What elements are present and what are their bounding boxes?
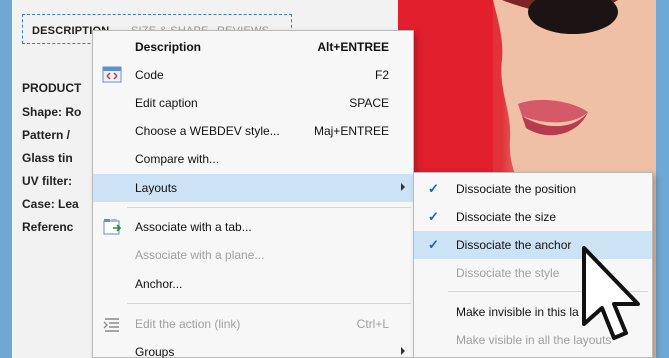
menu-item-description[interactable]: Description Alt+ENTREE <box>93 33 413 61</box>
submenu-arrow-icon <box>401 183 405 191</box>
menu-item-label: Associate with a plane... <box>135 248 265 262</box>
product-line-shape: Shape: Ro <box>22 105 82 119</box>
product-line-pattern: Pattern / <box>22 128 71 142</box>
submenu-arrow-icon <box>401 347 405 355</box>
menu-item-associate-tab[interactable]: Associate with a tab... <box>93 213 413 241</box>
product-line-case: Case: Lea <box>22 197 79 211</box>
product-heading: PRODUCT <box>22 81 82 95</box>
menu-item-label: Groups <box>135 345 175 358</box>
menu-item-label: Description <box>135 40 202 54</box>
menu-item-label: Code <box>135 68 164 82</box>
product-line-glass: Glass tin <box>22 151 73 165</box>
menu-item-anchor[interactable]: Anchor... <box>93 270 413 298</box>
associate-tab-icon <box>101 216 123 238</box>
menu-item-code[interactable]: Code F2 <box>93 61 413 89</box>
menu-item-shortcut: F2 <box>374 68 389 82</box>
menu-item-groups[interactable]: Groups <box>93 338 413 358</box>
menu-item-label: Edit caption <box>135 96 198 110</box>
submenu-item-label: Dissociate the size <box>456 210 557 224</box>
submenu-item-dissociate-position[interactable]: ✓ Dissociate the position <box>414 175 652 203</box>
menu-item-shortcut: Ctrl+L <box>356 317 389 331</box>
submenu-item-label: Make invisible in this la <box>456 305 579 319</box>
menu-item-label: Associate with a tab... <box>135 220 252 234</box>
menu-item-label: Edit the action (link) <box>135 317 241 331</box>
menu-item-layouts[interactable]: Layouts <box>93 174 413 202</box>
menu-item-choose-style[interactable]: Choose a WEBDEV style... Maj+ENTREE <box>93 117 413 145</box>
submenu-item-label: Dissociate the position <box>456 182 577 196</box>
menu-item-compare[interactable]: Compare with... <box>93 145 413 173</box>
checkmark-icon: ✓ <box>428 209 439 224</box>
checkmark-icon: ✓ <box>428 237 439 252</box>
menu-separator <box>127 207 411 208</box>
menu-item-label: Choose a WEBDEV style... <box>135 124 280 138</box>
edit-action-icon <box>101 313 123 335</box>
menu-item-shortcut: Alt+ENTREE <box>317 40 389 54</box>
menu-item-edit-caption[interactable]: Edit caption SPACE <box>93 89 413 117</box>
product-line-reference: Referenc <box>22 220 74 234</box>
context-menu: Description Alt+ENTREE Code F2 Edit capt… <box>92 30 414 358</box>
submenu-item-label: Dissociate the anchor <box>456 238 572 252</box>
checkmark-icon: ✓ <box>428 181 439 196</box>
menu-item-edit-action[interactable]: Edit the action (link) Ctrl+L <box>93 310 413 338</box>
menu-item-label: Anchor... <box>135 277 183 291</box>
submenu-item-label: Dissociate the style <box>456 266 560 280</box>
menu-item-associate-plane[interactable]: Associate with a plane... <box>93 241 413 269</box>
code-icon <box>101 64 123 86</box>
menu-separator <box>127 303 411 304</box>
submenu-item-dissociate-size[interactable]: ✓ Dissociate the size <box>414 203 652 231</box>
menu-item-shortcut: SPACE <box>349 96 389 110</box>
menu-item-label: Layouts <box>135 181 178 195</box>
menu-item-shortcut: Maj+ENTREE <box>313 124 389 138</box>
product-line-uv: UV filter: <box>22 174 73 188</box>
menu-item-label: Compare with... <box>135 152 220 166</box>
mouse-pointer-icon <box>582 246 640 340</box>
